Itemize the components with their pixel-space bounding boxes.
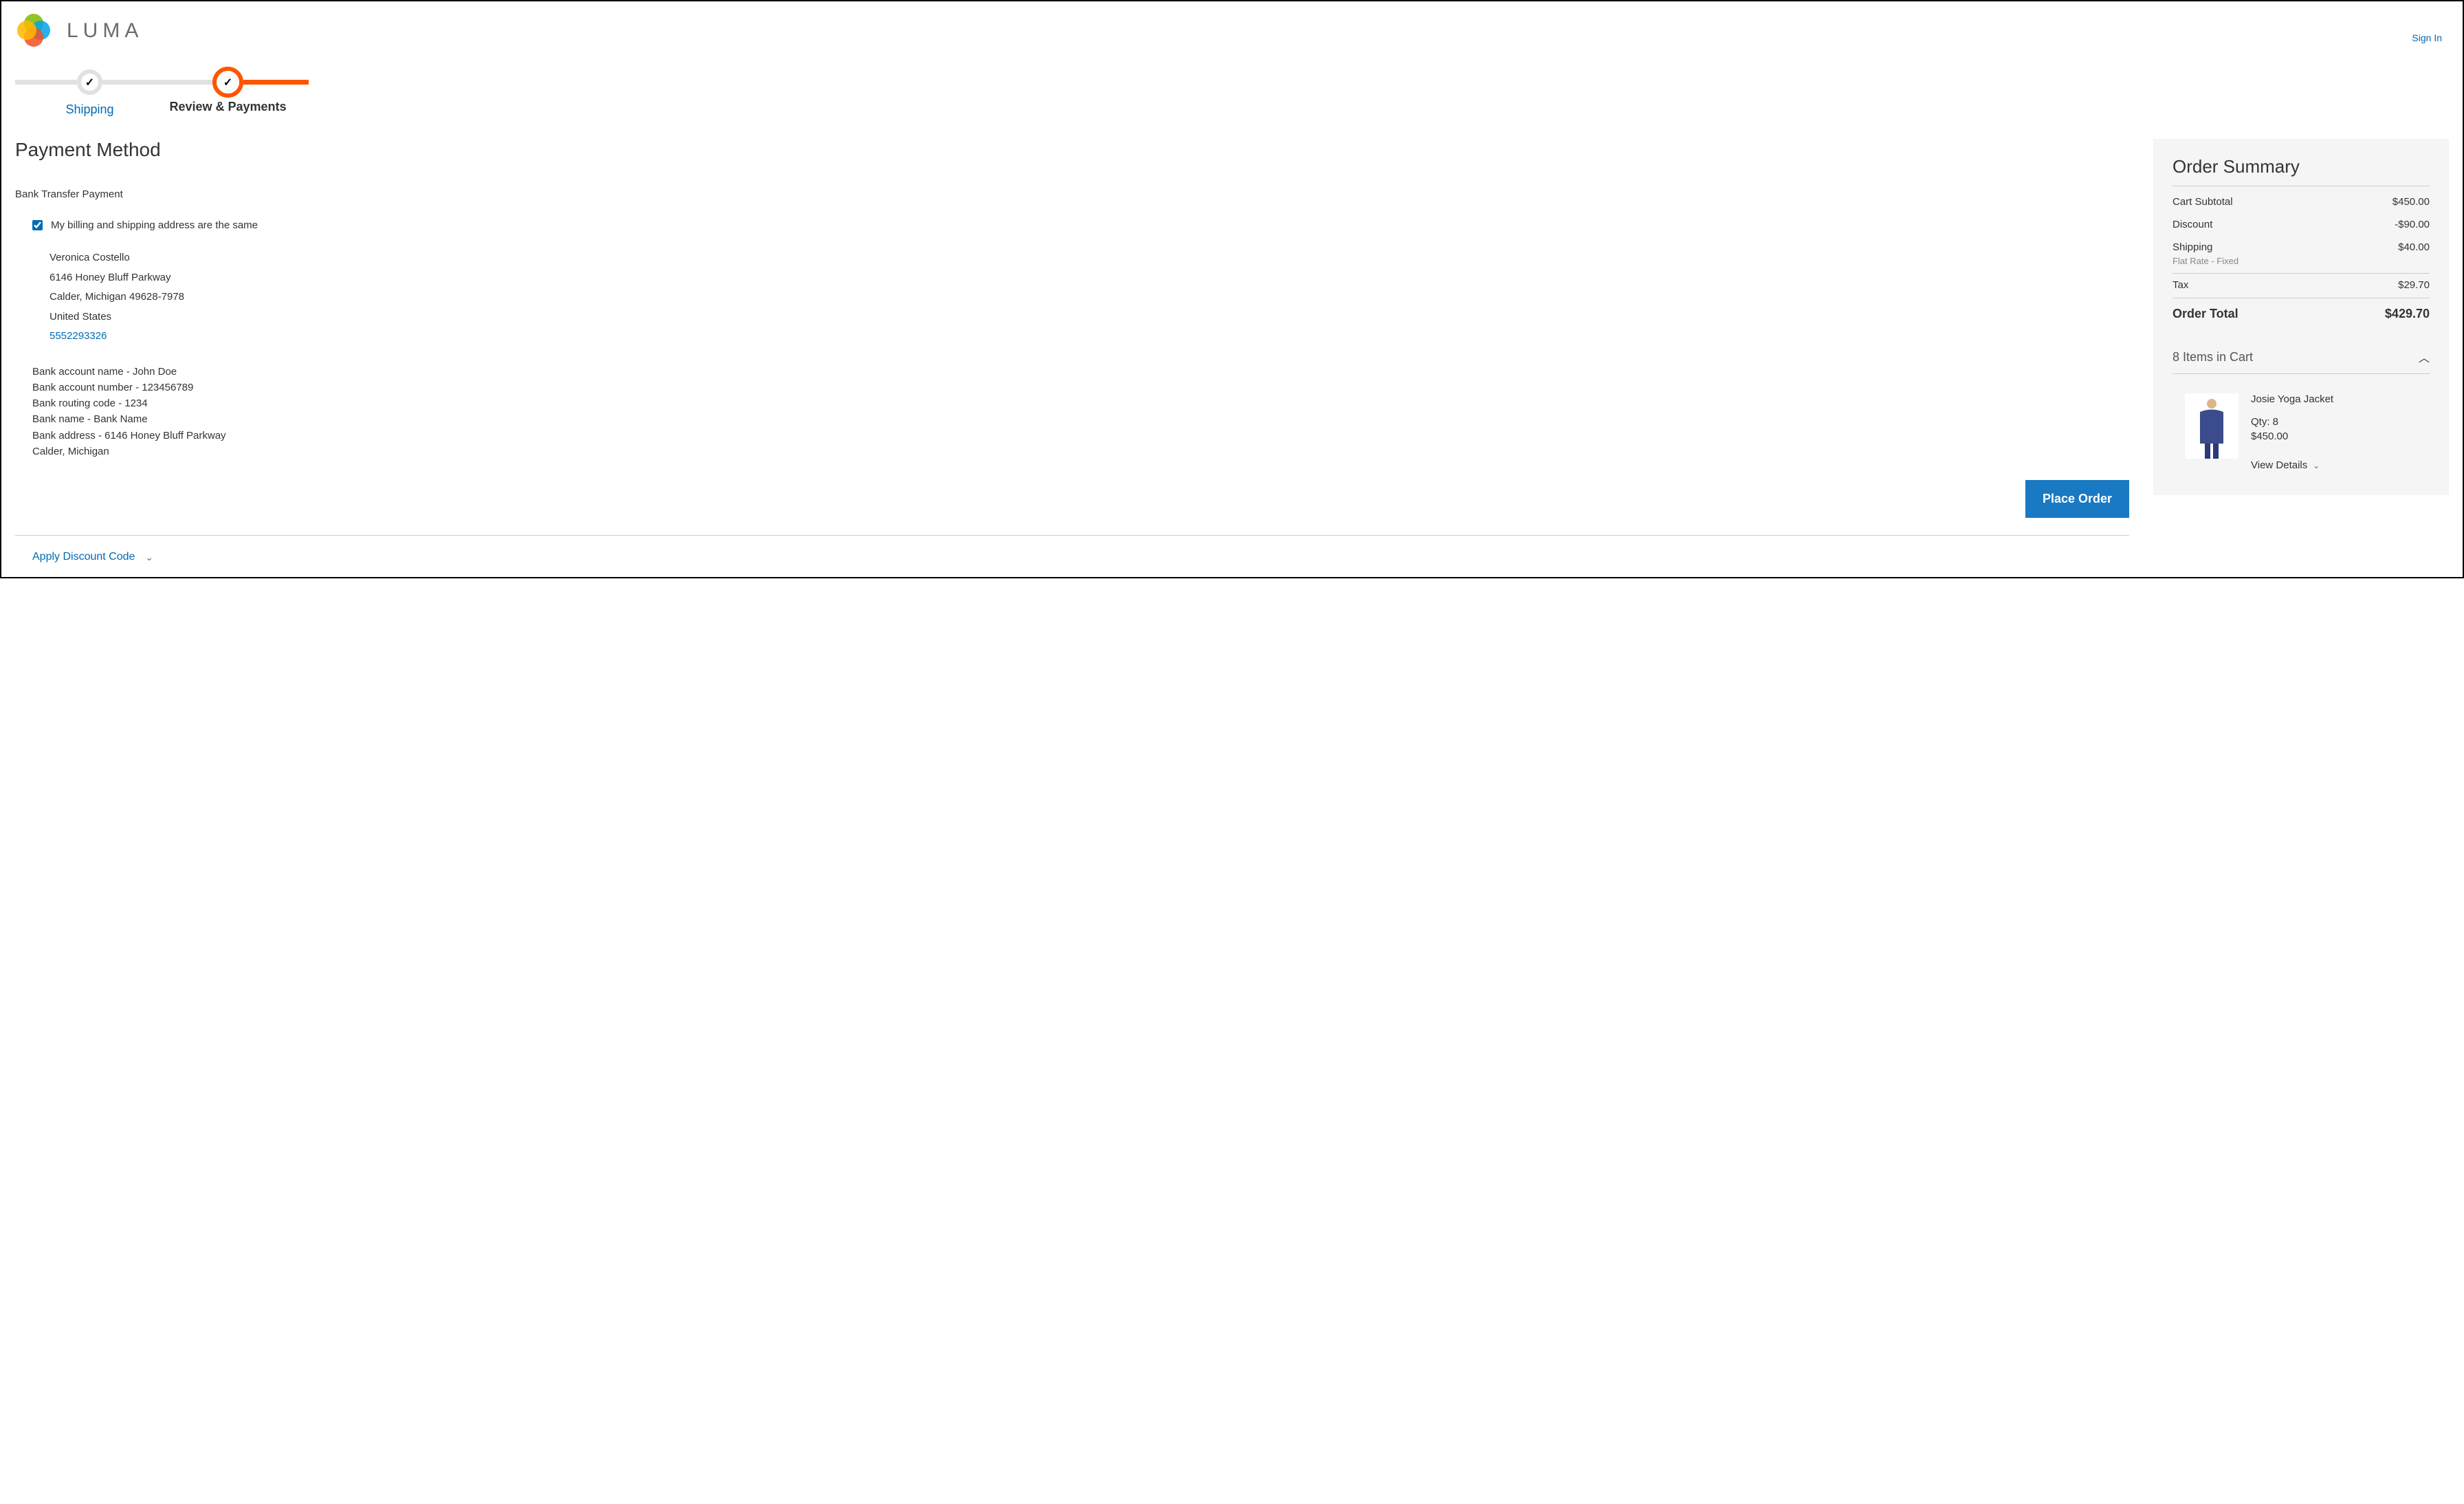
discount-row: Discount -$90.00 — [2172, 213, 2430, 236]
bank-address: Bank address - 6146 Honey Bluff Parkway — [32, 428, 2129, 444]
order-summary: Order Summary Cart Subtotal $450.00 Disc… — [2153, 139, 2449, 495]
cart-item: Josie Yoga Jacket Qty: 8 $450.00 View De… — [2172, 374, 2430, 471]
view-details-label: View Details — [2251, 459, 2307, 471]
address-country: United States — [50, 307, 2129, 327]
cart-items-toggle[interactable]: 8 Items in Cart ︿ — [2172, 336, 2430, 374]
shipping-label: Shipping — [2172, 241, 2212, 253]
product-name: Josie Yoga Jacket — [2251, 393, 2333, 405]
progress-bar-segment — [15, 80, 77, 85]
discount-label: Discount — [2172, 219, 2212, 230]
payment-method-heading: Payment Method — [15, 139, 2129, 161]
product-image — [2185, 393, 2238, 459]
address-phone-link[interactable]: 5552293326 — [50, 327, 2129, 347]
billing-same-label[interactable]: My billing and shipping address are the … — [51, 219, 258, 231]
order-total-row: Order Total $429.70 — [2172, 298, 2430, 329]
brand-text: LUMA — [67, 19, 143, 43]
checkmark-icon: ✓ — [85, 76, 94, 89]
place-order-button[interactable]: Place Order — [2025, 480, 2129, 518]
tax-label: Tax — [2172, 279, 2188, 291]
address-street: 6146 Honey Bluff Parkway — [50, 268, 2129, 288]
subtotal-value: $450.00 — [2392, 196, 2430, 208]
bank-account-name: Bank account name - John Doe — [32, 364, 2129, 380]
bank-name: Bank name - Bank Name — [32, 411, 2129, 427]
chevron-up-icon: ︿ — [2419, 349, 2430, 365]
billing-same-checkbox[interactable] — [32, 220, 43, 230]
payment-method-name: Bank Transfer Payment — [15, 188, 2129, 200]
subtotal-row: Cart Subtotal $450.00 — [2172, 190, 2430, 213]
luma-logo-icon — [15, 12, 53, 50]
address-citystate: Calder, Michigan 49628-7978 — [50, 287, 2129, 307]
tax-row: Tax $29.70 — [2172, 274, 2430, 296]
bank-city: Calder, Michigan — [32, 444, 2129, 459]
shipping-value: $40.00 — [2398, 241, 2430, 253]
chevron-down-icon: ⌄ — [2313, 461, 2320, 470]
product-price: $450.00 — [2251, 431, 2333, 442]
bank-routing: Bank routing code - 1234 — [32, 395, 2129, 411]
order-total-value: $429.70 — [2385, 307, 2430, 321]
step-review-payments: ✓ Review & Payments — [212, 67, 243, 98]
tax-value: $29.70 — [2398, 279, 2430, 291]
sign-in-link[interactable]: Sign In — [2412, 32, 2442, 43]
step-shipping-label: Shipping — [65, 102, 113, 117]
discount-toggle-label: Apply Discount Code — [32, 551, 135, 563]
bank-transfer-info: Bank account name - John Doe Bank accoun… — [32, 364, 2129, 460]
order-summary-heading: Order Summary — [2172, 156, 2430, 186]
step-shipping[interactable]: ✓ Shipping — [77, 69, 102, 95]
apply-discount-toggle[interactable]: Apply Discount Code ⌄ — [32, 551, 2129, 563]
progress-bar-segment — [102, 80, 212, 85]
view-details-toggle[interactable]: View Details ⌄ — [2251, 459, 2333, 471]
checkmark-icon: ✓ — [223, 76, 232, 89]
product-qty: Qty: 8 — [2251, 416, 2333, 428]
order-total-label: Order Total — [2172, 307, 2238, 321]
logo[interactable]: LUMA — [15, 12, 143, 50]
progress-bar-segment — [243, 80, 309, 85]
checkout-progress: ✓ Shipping ✓ Review & Payments — [15, 67, 2449, 98]
billing-address: Veronica Costello 6146 Honey Bluff Parkw… — [32, 248, 2129, 347]
step-review-label: Review & Payments — [169, 100, 286, 114]
bank-account-number: Bank account number - 123456789 — [32, 380, 2129, 395]
discount-value: -$90.00 — [2395, 219, 2430, 230]
items-in-cart-label: 8 Items in Cart — [2172, 350, 2253, 364]
divider — [15, 535, 2129, 536]
shipping-method: Flat Rate - Fixed — [2172, 256, 2430, 272]
address-name: Veronica Costello — [50, 248, 2129, 268]
chevron-down-icon: ⌄ — [145, 552, 153, 563]
subtotal-label: Cart Subtotal — [2172, 196, 2233, 208]
